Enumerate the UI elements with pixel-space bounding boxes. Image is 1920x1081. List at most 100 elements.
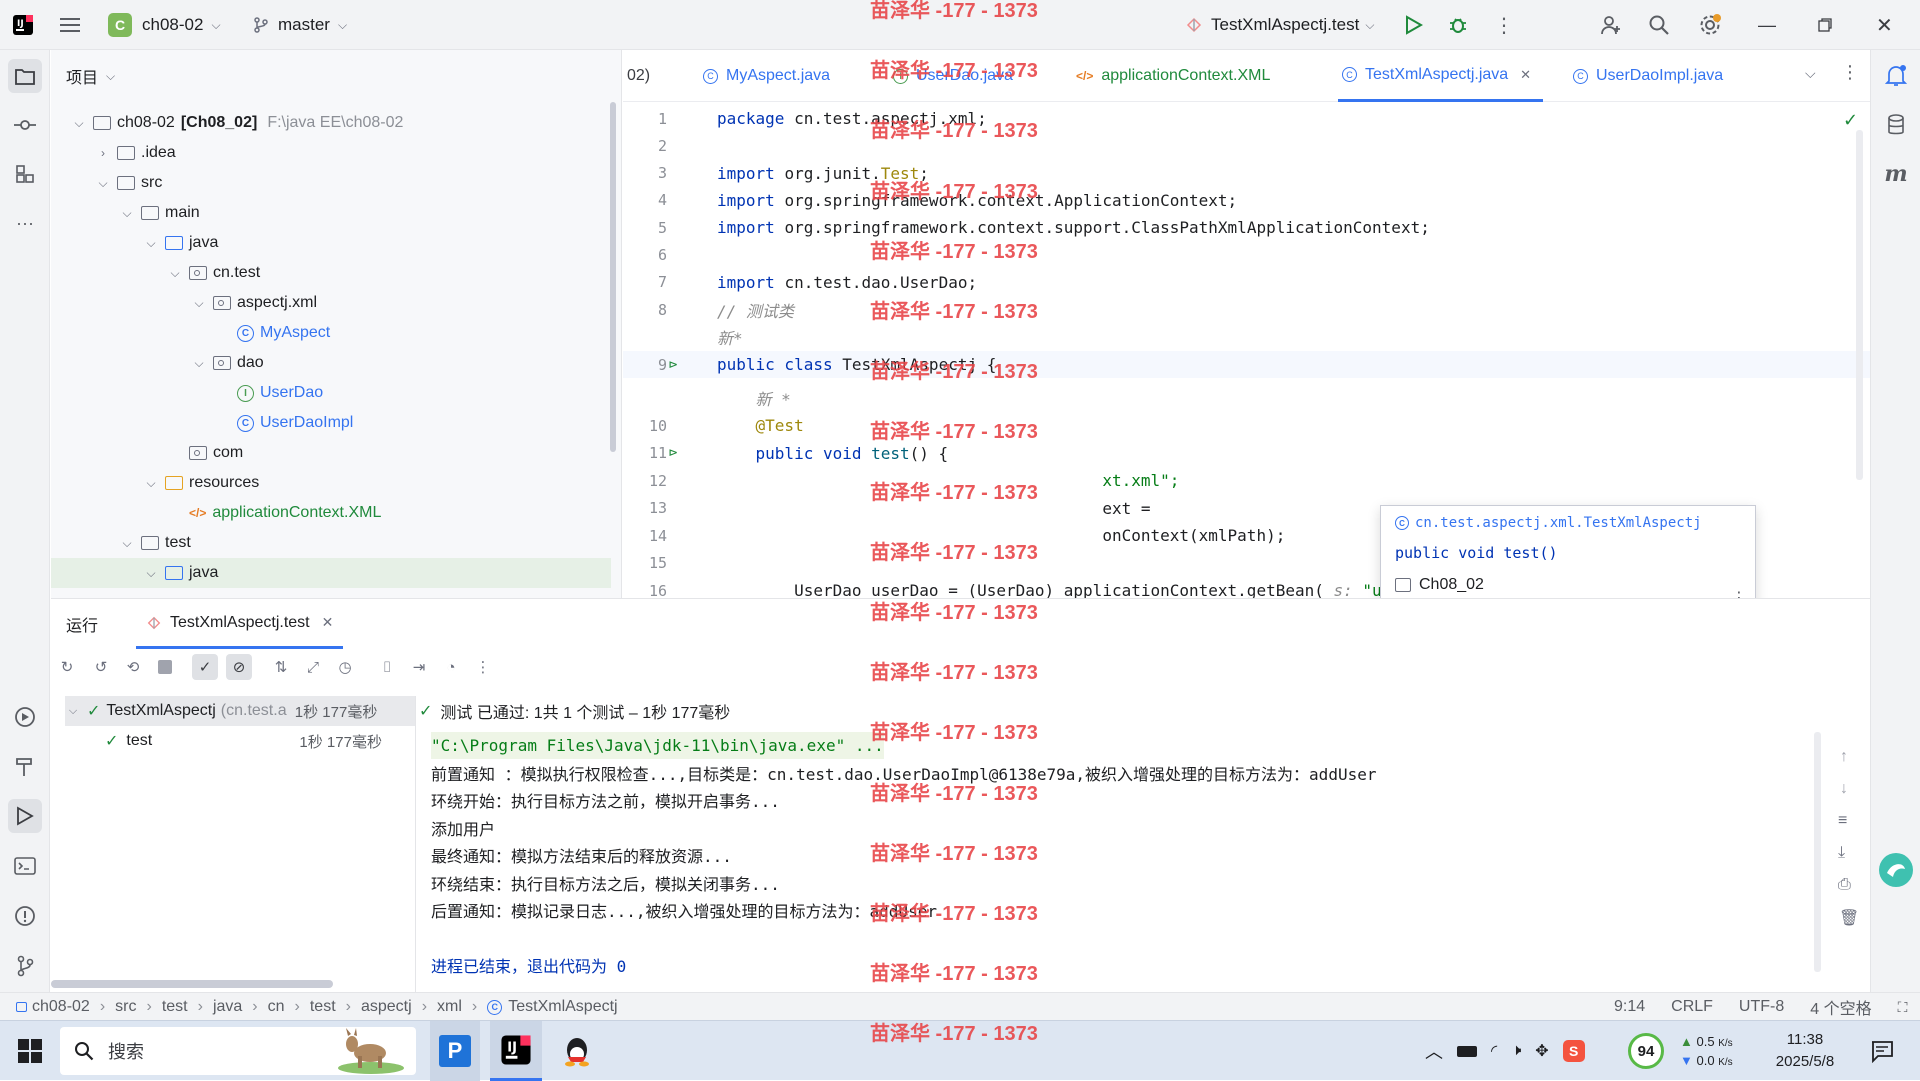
sort-icon[interactable]: ⇅ [268, 654, 294, 680]
console-text[interactable]: "C:\Program Files\Java\jdk-11\bin\java.e… [417, 732, 1807, 990]
code-line[interactable]: 5 import org.springframework.context.supp… [623, 214, 1870, 241]
restore-button[interactable] [1818, 0, 1848, 50]
run-gutter-icon[interactable]: ⊳ [669, 445, 677, 461]
intellij-logo-icon[interactable]: IJ [12, 0, 42, 50]
breadcrumb-item[interactable]: java [213, 998, 242, 1016]
breadcrumb-item[interactable]: cn [268, 998, 285, 1016]
code-line[interactable]: 9 ⊳ public class TestXmlAspectj { [623, 351, 1870, 378]
editor-tab[interactable]: I UserDao.java [893, 50, 1013, 102]
tree-item[interactable]: ⌵ dao [51, 348, 611, 378]
toggle-auto-test-icon[interactable]: ⟲ [120, 654, 146, 680]
close-tab-icon[interactable]: ✕ [1520, 67, 1531, 83]
code-line[interactable]: 7 import cn.test.dao.UserDao; [623, 269, 1870, 296]
chevron-down-icon[interactable]: ⌵ [143, 236, 159, 251]
settings-gear-icon[interactable] [1698, 0, 1728, 50]
tree-item[interactable]: </> applicationContext.XML [51, 498, 611, 528]
rerun-icon[interactable]: ↻ [54, 654, 80, 680]
code-line[interactable]: 2 [623, 132, 1870, 159]
run-button[interactable] [1405, 0, 1435, 50]
add-user-icon[interactable] [1600, 0, 1630, 50]
export-icon[interactable]: ⇥ [406, 654, 432, 680]
run-config-selector[interactable]: TestXmlAspectj.test ⌵ [1185, 0, 1385, 50]
taskbar-search-box[interactable]: 搜索 [60, 1027, 416, 1075]
project-switcher[interactable]: C ch08-02 ⌵ [108, 0, 233, 50]
popup-class-link[interactable]: cn.test.aspectj.xml.TestXmlAspectj [1415, 515, 1702, 531]
more-actions-icon[interactable]: ⋮ [1494, 0, 1518, 50]
code-line[interactable]: 11 ⊳ public void test() { [623, 440, 1870, 467]
code-line[interactable]: 新* [623, 323, 1870, 350]
tree-item[interactable]: C UserDaoImpl [51, 408, 611, 438]
tray-ime-icon[interactable]: ✥ [1535, 1041, 1548, 1061]
tray-sogou-icon[interactable]: S [1562, 1040, 1585, 1062]
project-tool-icon[interactable] [8, 59, 42, 93]
indent-setting[interactable]: 4 个空格 [1810, 995, 1871, 1019]
services-tool-icon[interactable] [8, 700, 42, 734]
code-line[interactable]: 12 xt.xml"; [623, 467, 1870, 494]
code-line[interactable]: 4 import org.springframework.context.Appl… [623, 187, 1870, 214]
minimize-button[interactable]: — [1758, 0, 1788, 50]
run-config-tab[interactable]: TestXmlAspectj.test ✕ [136, 599, 344, 649]
taskbar-clock[interactable]: 11:38 2025/5/8 [1760, 1029, 1850, 1073]
breadcrumb-item[interactable]: test [310, 998, 336, 1016]
database-tool-icon[interactable] [1879, 108, 1913, 142]
print-icon[interactable]: ⎙ [1838, 876, 1851, 894]
tab-more-icon[interactable]: ⋮ [1841, 62, 1859, 83]
editor-tab[interactable]: C UserDaoImpl.java [1573, 50, 1723, 102]
maven-tool-icon[interactable]: m [1879, 157, 1913, 191]
tree-scrollbar[interactable] [610, 102, 616, 452]
close-window-button[interactable]: ✕ [1876, 0, 1906, 50]
code-line[interactable]: 3 import org.junit.Test; [623, 160, 1870, 187]
rerun-failed-icon[interactable]: ↺ [88, 654, 114, 680]
test-suite-row[interactable]: ⌵ ✓ TestXmlAspectj (cn.test.a 1秒 177毫秒 [65, 696, 415, 726]
code-line[interactable]: 新 * [623, 385, 1870, 412]
tree-item[interactable]: ⌵ main [51, 198, 611, 228]
tree-item[interactable]: › .idea [51, 138, 611, 168]
clear-trash-icon[interactable]: 🗑 [1839, 908, 1859, 928]
editor-tab[interactable]: C MyAspect.java [703, 50, 830, 102]
chevron-down-icon[interactable]: ⌵ [95, 176, 111, 191]
chevron-down-icon[interactable]: ⌵ [1805, 65, 1816, 82]
tree-item[interactable]: ⌵ java [51, 228, 611, 258]
code-line[interactable]: 1 package cn.test.aspectj.xml; [623, 105, 1870, 132]
tree-item[interactable]: ⌵ aspectj.xml [51, 288, 611, 318]
chevron-down-icon[interactable]: ⌵ [143, 476, 159, 491]
breadcrumb-item[interactable]: aspectj [361, 998, 412, 1016]
editor-tab[interactable]: </> applicationContext.XML [1076, 50, 1270, 102]
scroll-down-icon[interactable]: ↓ [1840, 780, 1848, 798]
chevron-down-icon[interactable]: ⌵ [191, 296, 207, 311]
breadcrumb-item[interactable]: ch08-02 [32, 998, 90, 1016]
camera-icon[interactable]: ⌷ [374, 654, 400, 680]
more-icon[interactable]: ⋮ [470, 654, 496, 680]
tree-item[interactable]: I UserDao [51, 378, 611, 408]
taskbar-app-intellij[interactable]: IJ [490, 1021, 542, 1081]
chevron-down-icon[interactable]: ⌵ [167, 266, 183, 281]
scroll-up-icon[interactable]: ↑ [1840, 748, 1848, 766]
code-line[interactable]: 8 // 测试类 [623, 296, 1870, 323]
test-case-row[interactable]: ✓ test 1秒 177毫秒 [65, 726, 415, 756]
search-icon[interactable] [1648, 0, 1678, 50]
lock-icon[interactable]: ⛶ [1898, 999, 1908, 1016]
editor-tab[interactable]: 02) [627, 50, 650, 102]
code-line[interactable]: 6 [623, 242, 1870, 269]
tray-expand-icon[interactable]: ︿ [1425, 1038, 1443, 1064]
problems-tool-icon[interactable] [8, 899, 42, 933]
line-separator[interactable]: CRLF [1671, 998, 1713, 1016]
breadcrumb-item[interactable]: xml [437, 998, 462, 1016]
notifications-bell-icon[interactable] [1879, 59, 1913, 93]
caret-position[interactable]: 9:14 [1614, 998, 1645, 1016]
collapse-icon[interactable]: ⤢ [300, 654, 326, 680]
soft-wrap-icon[interactable]: ≡ [1838, 812, 1847, 830]
tree-item[interactable]: ⌵ src [51, 168, 611, 198]
breadcrumb-item[interactable]: src [115, 998, 136, 1016]
ai-assistant-icon[interactable] [1876, 850, 1916, 890]
tray-security-badge[interactable]: 94 [1628, 1033, 1664, 1069]
run-tool-icon[interactable] [8, 799, 42, 833]
terminal-tool-icon[interactable] [8, 849, 42, 883]
chevron-down-icon[interactable]: ⌵ [71, 116, 87, 131]
windows-start-icon[interactable] [18, 1039, 42, 1063]
file-encoding[interactable]: UTF-8 [1739, 998, 1784, 1016]
inspection-ok-icon[interactable]: ✓ [1843, 110, 1858, 131]
show-passed-icon[interactable]: ✓ [192, 654, 218, 680]
stop-icon[interactable] [152, 654, 178, 680]
close-tab-icon[interactable]: ✕ [322, 614, 334, 631]
